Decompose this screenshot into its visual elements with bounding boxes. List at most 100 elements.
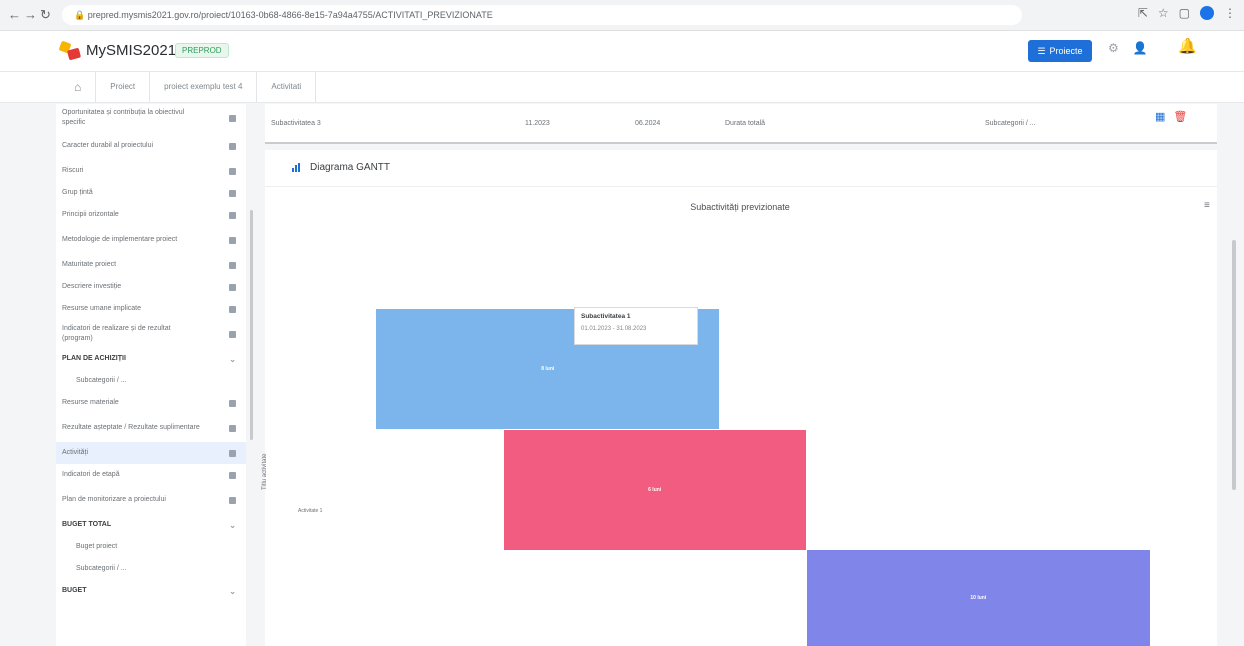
row-start: 11.2023 (525, 120, 550, 127)
document-icon (229, 211, 236, 219)
page-scrollbar[interactable] (1232, 240, 1236, 490)
breadcrumb-item[interactable]: Proiect (96, 72, 151, 102)
sidebar-section-header[interactable]: BUGET TOTAL ⌄ (56, 514, 246, 536)
sidebar-item[interactable]: Oportunitatea și contribuția la obiectiv… (56, 104, 246, 132)
settings-icon[interactable]: ⚙ (1108, 41, 1119, 55)
reload-icon[interactable]: ↻ (40, 7, 51, 23)
card-divider (265, 186, 1217, 187)
environment-badge: PREPROD (175, 43, 229, 58)
user-icon[interactable]: 👤 (1133, 41, 1148, 55)
document-icon (229, 305, 236, 313)
sidebar-item-label: Plan de monitorizare a proiectului (62, 496, 166, 503)
list-icon: ☰ (1037, 45, 1046, 56)
sidebar-item-label: Rezultate așteptate / Rezultate suplimen… (62, 424, 200, 431)
chart-tooltip: Subactivitatea 1 01.01.2023 - 31.08.2023 (574, 307, 698, 345)
sidebar-item[interactable]: Plan de monitorizare a proiectului (56, 486, 246, 514)
document-icon (229, 189, 236, 197)
document-icon (229, 399, 236, 407)
sidebar-item[interactable]: Buget proiect (56, 536, 246, 558)
sidebar-item-label: Oportunitatea și contribuția la obiectiv… (62, 109, 185, 126)
sidebar-item-label: BUGET (62, 587, 87, 594)
profile-avatar[interactable] (1200, 6, 1214, 20)
document-icon (229, 496, 236, 504)
row-end: 06.2024 (635, 120, 661, 127)
sidebar-section-header[interactable]: PLAN DE ACHIZIȚII ⌄ (56, 348, 246, 370)
row-name: Subactivitatea 3 (271, 120, 321, 127)
back-icon[interactable]: ← (8, 7, 21, 22)
sidebar-item[interactable]: Maturitate proiect (56, 254, 246, 276)
chevron-down-icon: ⌄ (229, 354, 236, 364)
sidebar-item-label: Principii orizontale (62, 211, 119, 218)
chevron-down-icon: ⌄ (229, 586, 236, 596)
sidebar-item-label: Subcategorii / ... (76, 377, 127, 384)
sidebar-item[interactable]: Resurse materiale (56, 392, 246, 414)
browser-toolbar: ← → ↻ 🔒 prepred.mysmis2021.gov.ro/proiec… (0, 0, 1244, 31)
y-tick-label: Activitate 1 (298, 508, 323, 514)
sidebar-item-label: Indicatori de realizare și de rezultat (… (62, 325, 171, 342)
browser-menu-icon[interactable]: ⋮ (1224, 6, 1236, 20)
gantt-bar[interactable]: 6 luni (503, 430, 806, 550)
bar-chart-icon (292, 163, 300, 172)
sidebar-item[interactable]: Principii orizontale (56, 204, 246, 226)
document-icon (229, 424, 236, 432)
table-row: Subactivitatea 3 11.2023 06.2024 Durata … (265, 104, 1217, 144)
tooltip-title: Subactivitatea 1 (581, 313, 631, 320)
projects-button-label: Proiecte (1049, 46, 1083, 56)
address-bar[interactable]: 🔒 prepred.mysmis2021.gov.ro/proiect/1016… (62, 5, 1022, 25)
notifications-icon[interactable]: 🔔 (1178, 37, 1197, 55)
sidebar-scrollbar[interactable] (250, 210, 253, 440)
sidebar-item[interactable]: Caracter durabil al proiectului (56, 132, 246, 160)
bookmark-star-icon[interactable]: ☆ (1158, 6, 1169, 20)
forward-icon[interactable]: → (24, 7, 37, 22)
tabs-icon[interactable]: ▢ (1179, 6, 1190, 20)
sidebar-item-label: Subcategorii / ... (76, 565, 127, 572)
app-title: MySMIS2021 (86, 42, 177, 59)
tooltip-dates: 01.01.2023 - 31.08.2023 (581, 326, 647, 332)
sidebar-item[interactable]: Resurse umane implicate (56, 298, 246, 320)
row-type: Durata totală (725, 120, 766, 127)
sidebar-item[interactable]: Indicatori de realizare și de rezultat (… (56, 320, 246, 348)
sidebar-item-label: Metodologie de implementare proiect (62, 236, 178, 243)
sidebar-item[interactable]: Subcategorii / ... (56, 370, 246, 392)
sidebar-item[interactable]: Metodologie de implementare proiect (56, 226, 246, 254)
sidebar-item[interactable]: Descriere investiție (56, 276, 246, 298)
share-icon[interactable]: ⇱ (1138, 6, 1148, 20)
sidebar-item[interactable]: Subcategorii / ... (56, 558, 246, 580)
home-icon[interactable]: ⌂ (60, 72, 97, 102)
mysmis-logo-icon (58, 39, 82, 61)
sidebar-item[interactable]: Indicatori de etapă (56, 464, 246, 486)
document-icon (229, 330, 236, 338)
edit-icon[interactable]: ▦ (1155, 110, 1165, 123)
delete-icon[interactable]: 🗑 (1173, 110, 1187, 123)
sidebar-item-label: Caracter durabil al proiectului (62, 142, 154, 149)
document-icon (229, 114, 236, 122)
sidebar-item-label: BUGET TOTAL (62, 521, 112, 528)
sidebar-section-header[interactable]: BUGET ⌄ (56, 580, 246, 602)
card-title: Diagrama GANTT (310, 162, 391, 173)
sidebar-item[interactable]: Riscuri (56, 160, 246, 182)
row-category: Subcategorii / ... (985, 120, 1036, 127)
gantt-bar[interactable]: 10 luni (806, 550, 1150, 646)
url-text: prepred.mysmis2021.gov.ro/proiect/10163-… (87, 10, 493, 20)
chevron-down-icon: ⌄ (229, 520, 236, 530)
document-icon (229, 471, 236, 479)
breadcrumb-item[interactable]: proiect exemplu test 4 (150, 72, 258, 102)
chart-title: Subactivități previzionate (690, 202, 790, 212)
sidebar-item-label: Buget proiect (76, 543, 118, 550)
breadcrumb-item-current: Activitati (257, 72, 317, 102)
sidebar-item[interactable]: Activități (56, 442, 246, 464)
sidebar-item[interactable]: Rezultate așteptate / Rezultate suplimen… (56, 414, 246, 442)
chart-menu-icon[interactable]: ≡ (1204, 200, 1210, 211)
sidebar-item-label: Grup țintă (62, 189, 93, 196)
sidebar-item-label: Resurse materiale (62, 399, 119, 406)
sidebar-item-label: Descriere investiție (62, 283, 122, 290)
projects-button[interactable]: ☰ Proiecte (1028, 40, 1092, 62)
document-icon (229, 283, 236, 291)
y-axis-label: Titlu activitate (262, 453, 268, 490)
document-icon (229, 449, 236, 457)
sidebar-item-label: Indicatori de etapă (62, 471, 120, 478)
document-icon (229, 167, 236, 175)
sidebar-item[interactable]: Grup țintă (56, 182, 246, 204)
sidebar-item-label: Activități (62, 449, 89, 456)
sidebar-item-label: Riscuri (62, 167, 84, 174)
